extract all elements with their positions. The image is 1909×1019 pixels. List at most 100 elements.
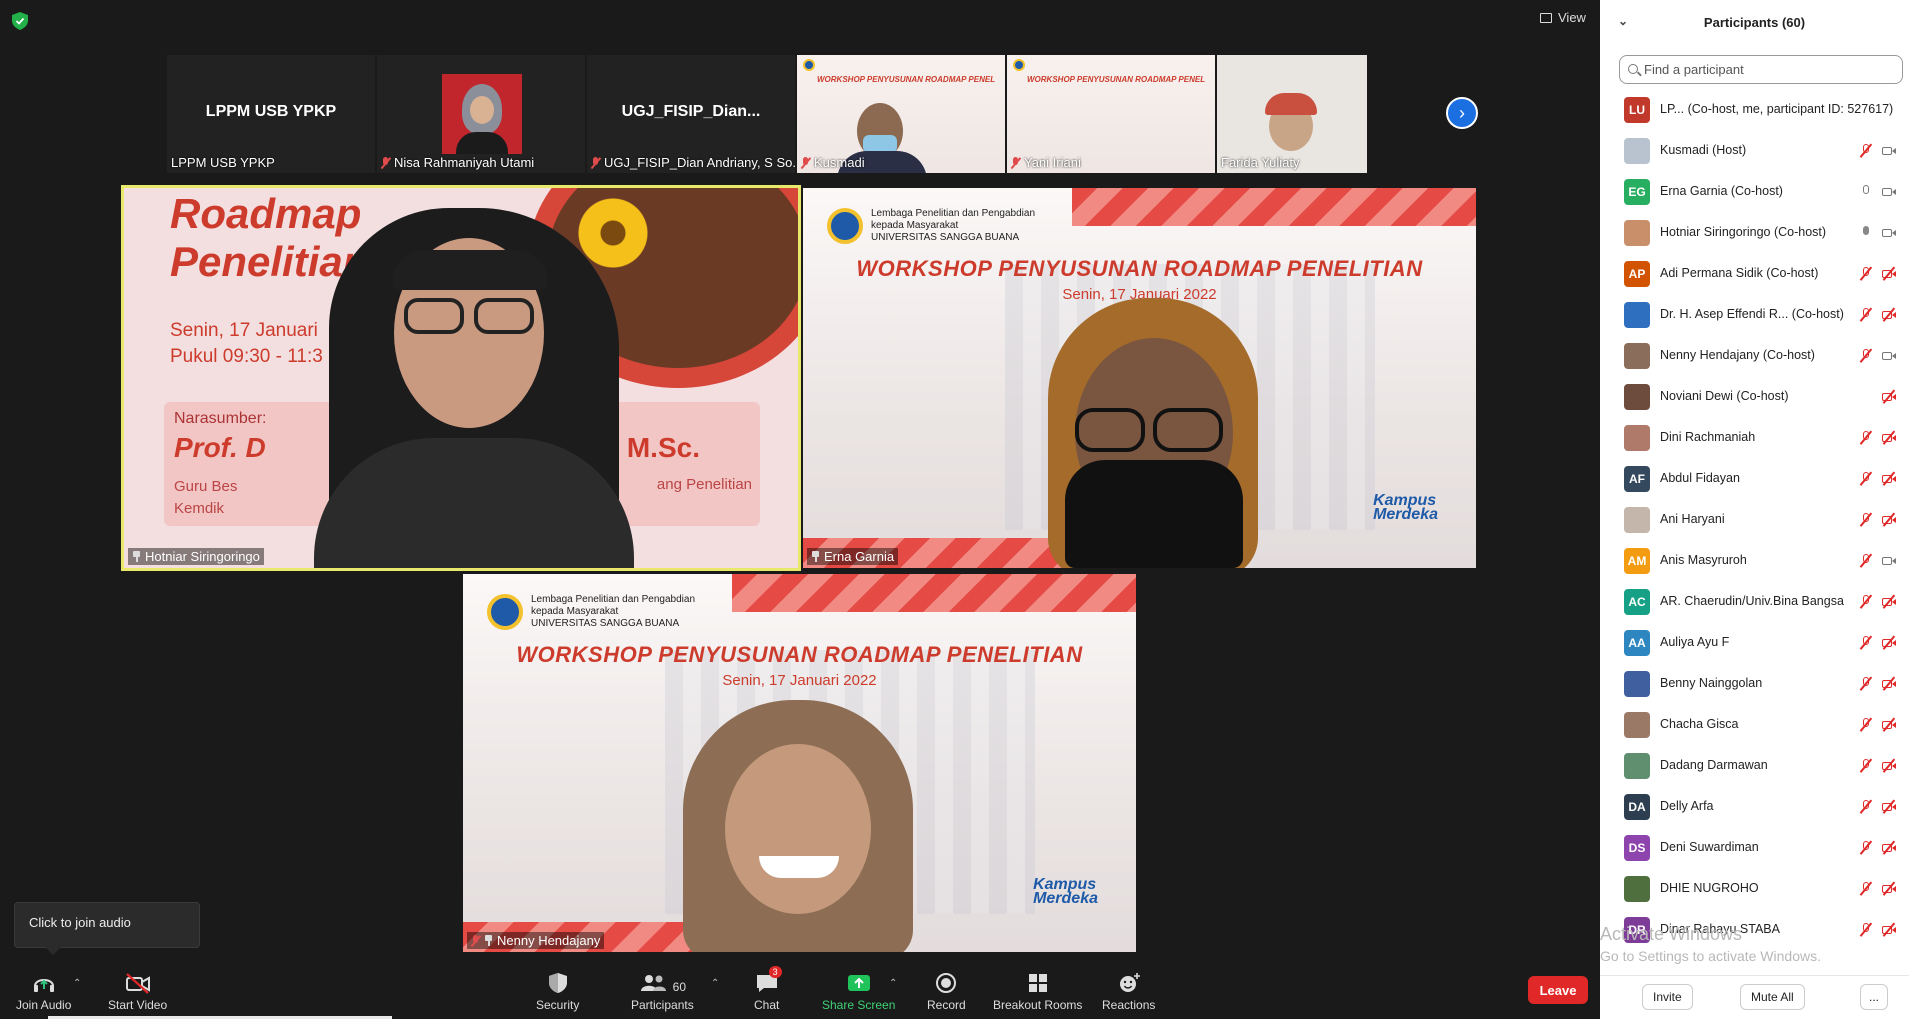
slide-mini-title: WORKSHOP PENYUSUNAN ROADMAP PENELITIAN: [817, 75, 995, 84]
participant-name: LP... (Co-host, me, participant ID: 5276…: [1660, 102, 1894, 116]
strip-tile-name: LPPM USB YPKP: [171, 155, 275, 170]
participant-search-input[interactable]: Find a participant: [1619, 55, 1903, 84]
participant-row[interactable]: Benny Nainggolan: [1600, 664, 1909, 705]
strip-tile-0[interactable]: LPPM USB YPKP LPPM USB YPKP: [167, 55, 375, 173]
participant-row[interactable]: Dr. H. Asep Effendi R... (Co-host): [1600, 295, 1909, 336]
strip-tile-3[interactable]: WORKSHOP PENYUSUNAN ROADMAP PENELITIAN K…: [797, 55, 1005, 173]
video-tile-nenny[interactable]: Lembaga Penelitian dan Pengabdian kepada…: [463, 574, 1136, 952]
participant-row[interactable]: AF Abdul Fidayan: [1600, 459, 1909, 500]
avatar: EG: [1624, 179, 1650, 205]
participant-name: Dini Rachmaniah: [1660, 430, 1756, 444]
participant-row[interactable]: Nenny Hendajany (Co-host): [1600, 336, 1909, 377]
participant-row[interactable]: Kusmadi (Host): [1600, 131, 1909, 172]
meeting-toolbar: Join Audio ⌃ Start Video Security 60 Par…: [0, 964, 1600, 1019]
share-screen-button[interactable]: Share Screen: [822, 970, 895, 1012]
participant-row[interactable]: Chacha Gisca: [1600, 705, 1909, 746]
breakout-rooms-button[interactable]: Breakout Rooms: [993, 970, 1082, 1012]
avatar: [1624, 343, 1650, 369]
strip-tile-name: Farida Yuliaty: [1221, 155, 1300, 170]
strip-tile-4[interactable]: WORKSHOP PENYUSUNAN ROADMAP PENELITIAN Y…: [1007, 55, 1215, 173]
encryption-shield-icon[interactable]: [12, 12, 28, 30]
participant-row[interactable]: Hotniar Siringoringo (Co-host): [1600, 213, 1909, 254]
video-icon: [1882, 554, 1896, 568]
slide-date: Senin, 17 Januari 2022: [722, 672, 877, 689]
participant-name: Deni Suwardiman: [1660, 840, 1759, 854]
participant-row[interactable]: AM Anis Masyruroh: [1600, 541, 1909, 582]
security-button[interactable]: Security: [536, 970, 579, 1012]
headphones-icon: [33, 979, 54, 992]
participant-name: Dr. H. Asep Effendi R... (Co-host): [1660, 307, 1844, 321]
avatar: [1624, 507, 1650, 533]
mic-muted-icon: [1859, 717, 1873, 732]
video-icon: [1882, 185, 1896, 199]
avatar: [1624, 671, 1650, 697]
video-off-icon: [1882, 594, 1896, 609]
share-options-chevron-icon[interactable]: ⌃: [889, 978, 897, 989]
view-button[interactable]: View: [1540, 10, 1586, 25]
leave-button[interactable]: Leave: [1528, 976, 1588, 1004]
slide-title: WORKSHOP PENYUSUNAN ROADMAP PENELITIAN: [516, 642, 1083, 667]
breakout-grid-icon: [1028, 974, 1047, 992]
participant-row[interactable]: Ani Haryani: [1600, 500, 1909, 541]
video-tile-active-speaker[interactable]: Roadmap Penelitian Senin, 17 Januari Puk…: [121, 185, 801, 571]
participant-row[interactable]: DA Delly Arfa: [1600, 787, 1909, 828]
mute-all-button[interactable]: Mute All: [1740, 984, 1805, 1010]
pin-icon: [811, 551, 820, 562]
participant-row[interactable]: AC AR. Chaerudin/Univ.Bina Bangsa: [1600, 582, 1909, 623]
mic-icon: [1859, 185, 1873, 199]
participant-row[interactable]: AA Auliya Ayu F: [1600, 623, 1909, 664]
audio-options-chevron-icon[interactable]: ⌃: [73, 978, 81, 989]
participants-panel: ⌄ Participants (60) Find a participant L…: [1600, 0, 1909, 1019]
participant-name: Delly Arfa: [1660, 799, 1714, 813]
mic-muted-icon: [1859, 471, 1873, 486]
participant-name: Nenny Hendajany (Co-host): [1660, 348, 1815, 362]
chat-button[interactable]: 3 Chat: [754, 966, 782, 1012]
join-audio-button[interactable]: Join Audio: [16, 970, 71, 1012]
invite-button[interactable]: Invite: [1642, 984, 1693, 1010]
participant-name: AR. Chaerudin/Univ.Bina Bangsa: [1660, 594, 1844, 608]
video-off-icon: [1882, 389, 1896, 404]
reactions-button[interactable]: Reactions: [1102, 970, 1155, 1012]
avatar: [1624, 425, 1650, 451]
mic-muted-icon: [1859, 881, 1873, 896]
strip-tile-5[interactable]: Farida Yuliaty: [1217, 55, 1367, 173]
participant-row[interactable]: Dini Rachmaniah: [1600, 418, 1909, 459]
start-video-button[interactable]: Start Video: [108, 970, 167, 1012]
participant-name: Benny Nainggolan: [1660, 676, 1763, 690]
next-page-button[interactable]: ›: [1446, 97, 1478, 129]
participant-row[interactable]: DHIE NUGROHO: [1600, 869, 1909, 910]
zoom-window: View LPPM USB YPKP LPPM USB YPKP Nisa Ra…: [0, 0, 1909, 1019]
participant-row[interactable]: DS Deni Suwardiman: [1600, 828, 1909, 869]
more-options-button[interactable]: ...: [1860, 984, 1889, 1010]
video-icon: [1882, 349, 1896, 363]
slide-title: WORKSHOP PENYUSUNAN ROADMAP PENELITIAN: [856, 256, 1423, 281]
participant-name: Dadang Darmawan: [1660, 758, 1768, 772]
avatar: AF: [1624, 466, 1650, 492]
participant-name: Hotniar Siringoringo (Co-host): [1660, 225, 1827, 239]
strip-tile-2[interactable]: UGJ_FISIP_Dian... UGJ_FISIP_Dian Andrian…: [587, 55, 795, 173]
join-audio-tooltip: Click to join audio: [14, 902, 200, 955]
participant-row[interactable]: LU LP... (Co-host, me, participant ID: 52…: [1600, 90, 1909, 131]
university-logo-icon: [487, 594, 523, 630]
record-button[interactable]: Record: [927, 970, 966, 1012]
participant-row[interactable]: AP Adi Permana Sidik (Co-host): [1600, 254, 1909, 295]
collapse-chevron-icon[interactable]: ⌄: [1618, 14, 1628, 28]
smiley-plus-icon: [1119, 973, 1140, 992]
mic-muted-icon: [381, 156, 390, 169]
video-tile-erna[interactable]: Lembaga Penelitian dan Pengabdian kepada…: [803, 188, 1476, 568]
video-off-icon: [1882, 881, 1896, 896]
chevron-right-icon: ›: [1459, 102, 1465, 123]
participants-options-chevron-icon[interactable]: ⌃: [711, 978, 719, 989]
share-screen-icon: [847, 975, 870, 991]
participant-name: Anis Masyruroh: [1660, 553, 1747, 567]
mic-muted-icon: [1859, 143, 1873, 158]
avatar: [1624, 138, 1650, 164]
activate-windows-watermark: Activate Windows: [1600, 924, 1743, 944]
mic-muted-icon: [1859, 307, 1873, 322]
strip-tile-1[interactable]: Nisa Rahmaniyah Utami: [377, 55, 585, 173]
participant-row[interactable]: Noviani Dewi (Co-host): [1600, 377, 1909, 418]
participant-row[interactable]: EG Erna Garnia (Co-host): [1600, 172, 1909, 213]
participants-button[interactable]: 60 Participants: [631, 970, 694, 1012]
avatar: AA: [1624, 630, 1650, 656]
participant-row[interactable]: Dadang Darmawan: [1600, 746, 1909, 787]
